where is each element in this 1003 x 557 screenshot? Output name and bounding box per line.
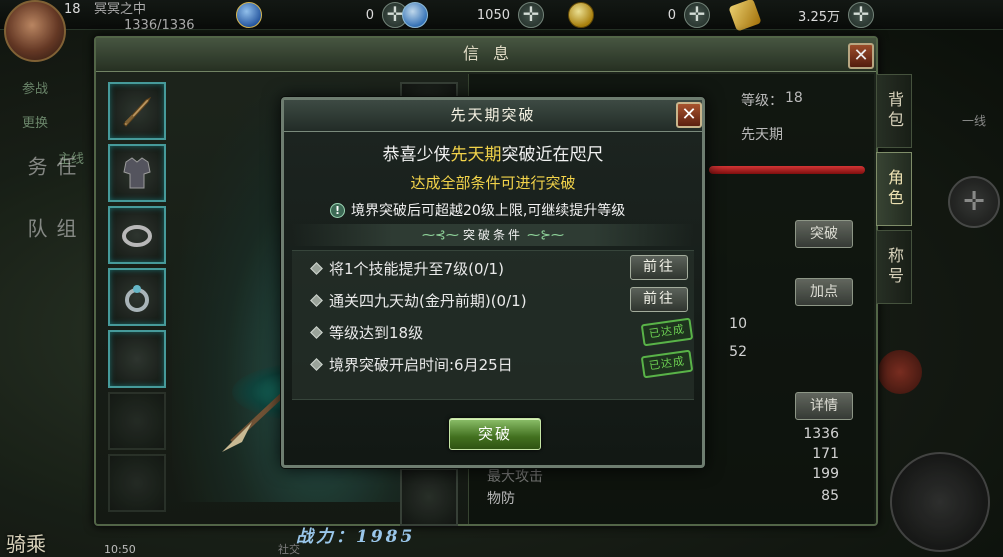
- condition-text: 境界突破开启时间:6月25日: [329, 355, 513, 374]
- congrats-text: 恭喜少侠先天期突破近在咫尺: [284, 140, 702, 165]
- breakthrough-dialog: 先天期突破 ✕ 恭喜少侠先天期突破近在咫尺 达成全部条件可进行突破 ! 境界突破…: [281, 97, 705, 468]
- diamond-bullet-icon: [310, 357, 323, 371]
- realm-highlight: 先天期: [450, 145, 502, 165]
- conditions-list: 将1个技能提升至7级(0/1) 前往 通关四九天劫(金丹前期)(0/1) 前往 …: [292, 250, 694, 400]
- condition-text: 将1个技能提升至7级(0/1): [329, 259, 504, 278]
- go-trial-button[interactable]: 前往: [630, 287, 688, 312]
- completed-stamp: 已达成: [640, 349, 694, 379]
- congrats-suffix: 突破近在咫尺: [501, 145, 604, 165]
- condition-row: 将1个技能提升至7级(0/1): [310, 255, 504, 281]
- ornament-right-icon: ⁓⊱⁓: [523, 228, 565, 243]
- diamond-bullet-icon: [310, 325, 323, 339]
- condition-hint: 达成全部条件可进行突破: [410, 174, 576, 192]
- dialog-title: 先天期突破: [450, 106, 536, 124]
- diamond-bullet-icon: [310, 293, 323, 307]
- conditions-header: ⁓⊰⁓ 突破条件 ⁓⊱⁓: [292, 224, 694, 246]
- breakthrough-tip: ! 境界突破后可超越20级上限,可继续提升等级: [330, 200, 625, 220]
- dialog-close-button[interactable]: ✕: [676, 102, 702, 128]
- condition-text: 等级达到18级: [329, 323, 424, 342]
- diamond-bullet-icon: [310, 261, 323, 275]
- condition-row: 境界突破开启时间:6月25日: [310, 351, 513, 377]
- condition-text: 通关四九天劫(金丹前期)(0/1): [329, 291, 527, 310]
- completed-stamp: 已达成: [640, 317, 694, 347]
- breakthrough-button[interactable]: 突破: [449, 418, 541, 450]
- condition-row: 等级达到18级: [310, 319, 424, 345]
- conditions-header-text: 突破条件: [462, 228, 523, 242]
- dialog-header: 先天期突破: [284, 100, 702, 132]
- tip-text: 境界突破后可超越20级上限,可继续提升等级: [351, 203, 626, 219]
- ornament-left-icon: ⁓⊰⁓: [421, 228, 463, 243]
- congrats-prefix: 恭喜少侠: [382, 145, 451, 165]
- info-icon: !: [330, 202, 345, 218]
- condition-row: 通关四九天劫(金丹前期)(0/1): [310, 287, 527, 313]
- go-skill-button[interactable]: 前往: [630, 255, 688, 280]
